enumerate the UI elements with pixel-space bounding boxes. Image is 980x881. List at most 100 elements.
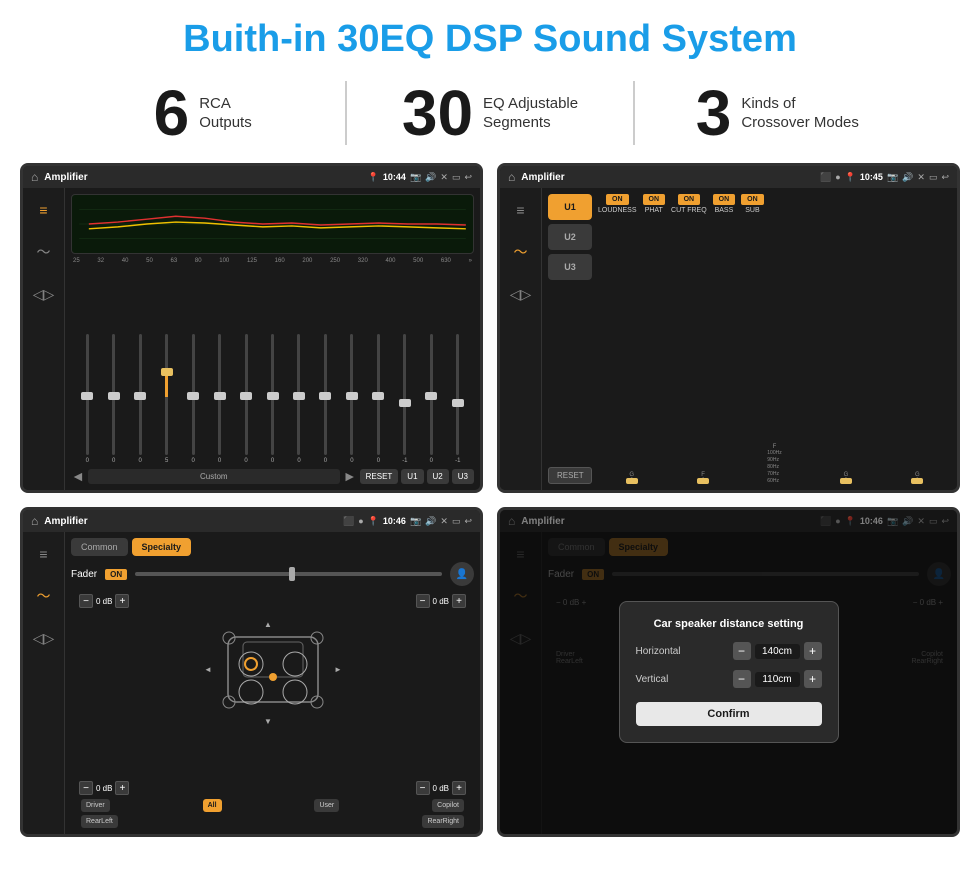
eq-slider-9[interactable]: 0 [287, 334, 311, 464]
fader-on-badge[interactable]: ON [105, 569, 127, 580]
close-icon[interactable]: ✕ [440, 172, 448, 183]
eq-slider-8[interactable]: 0 [260, 334, 284, 464]
fader-vol-icon[interactable]: ◁▷ [30, 624, 58, 652]
freq-more[interactable]: » [469, 258, 472, 264]
crossover-content: ≡ 〜 ◁▷ U1 U2 U3 RESET ON LOUDNESS [500, 188, 957, 490]
tab-specialty[interactable]: Specialty [132, 538, 192, 556]
svg-text:►: ► [334, 665, 342, 674]
sidebar-eq-icon[interactable]: ≡ [30, 196, 58, 224]
copilot-minus[interactable]: − [416, 594, 430, 608]
user-label-btn[interactable]: User [314, 799, 339, 812]
eq-prev-button[interactable]: ◄ [71, 468, 85, 484]
loudness-label: LOUDNESS [598, 207, 637, 214]
driver-label-btn[interactable]: Driver [81, 799, 110, 812]
close-icon-2[interactable]: ✕ [917, 172, 925, 183]
crossover-eq-icon[interactable]: ≡ [507, 196, 535, 224]
driver-minus[interactable]: − [79, 594, 93, 608]
home-icon[interactable]: ⌂ [31, 170, 38, 184]
crossover-wave-icon[interactable]: 〜 [507, 238, 535, 266]
back-icon[interactable]: ↩ [464, 172, 472, 183]
eq-slider-5[interactable]: 0 [181, 334, 205, 464]
eq-slider-1[interactable]: 0 [75, 334, 99, 464]
copilot-label-btn[interactable]: Copilot [432, 799, 464, 812]
crossover-status-icons: ⬛ ● 📍 10:45 📷 🔊 ✕ ▭ ↩ [820, 172, 949, 183]
rearleft-plus[interactable]: + [115, 781, 129, 795]
preset-u3[interactable]: U3 [548, 254, 592, 280]
eq-slider-3[interactable]: 0 [128, 334, 152, 464]
eq-screen: ⌂ Amplifier 📍 10:44 📷 🔊 ✕ ▭ ↩ ≡ 〜 ◁▷ [20, 163, 483, 493]
all-label-btn[interactable]: All [203, 799, 222, 812]
camera-icon-2: 📷 [887, 172, 898, 183]
eq-slider-12[interactable]: 0 [366, 334, 390, 464]
eq-slider-7[interactable]: 0 [234, 334, 258, 464]
car-svg: ▲ ▼ ◄ ► [193, 612, 353, 732]
crossover-reset-button[interactable]: RESET [548, 467, 592, 484]
home-icon-2[interactable]: ⌂ [508, 170, 515, 184]
toggle-sub: ON SUB [741, 194, 764, 214]
eq-frequency-labels: 25 32 40 50 63 80 100 125 160 200 250 32… [71, 258, 474, 264]
vertical-value: 110cm [755, 672, 800, 687]
fader-content: ≡ 〜 ◁▷ Common Specialty Fader ON [23, 532, 480, 834]
eq-slider-14[interactable]: 0 [419, 334, 443, 464]
crossover-volume-icon[interactable]: ◁▷ [507, 280, 535, 308]
copilot-plus[interactable]: + [452, 594, 466, 608]
eq-slider-10[interactable]: 0 [313, 334, 337, 464]
toggle-phat: ON PHAT [643, 194, 666, 214]
window-icon-2[interactable]: ▭ [929, 172, 938, 183]
dialog-vertical-row: Vertical − 110cm + [636, 670, 822, 688]
rearright-label-btn[interactable]: RearRight [422, 815, 464, 828]
horizontal-plus-button[interactable]: + [804, 642, 822, 660]
phat-on-badge[interactable]: ON [643, 194, 666, 205]
camera-icon: 📷 [410, 172, 421, 183]
fader-sidebar: ≡ 〜 ◁▷ [23, 532, 65, 834]
vertical-plus-button[interactable]: + [804, 670, 822, 688]
driver-plus[interactable]: + [115, 594, 129, 608]
eq-slider-4[interactable]: 5 [154, 334, 178, 464]
tab-common[interactable]: Common [71, 538, 128, 556]
vertical-minus-button[interactable]: − [733, 670, 751, 688]
rearright-minus[interactable]: − [416, 781, 430, 795]
rearright-db: 0 dB [433, 784, 449, 793]
preset-u1[interactable]: U1 [548, 194, 592, 220]
profile-icon[interactable]: 👤 [450, 562, 474, 586]
eq-next-button[interactable]: ► [343, 468, 357, 484]
eq-reset-button[interactable]: RESET [360, 469, 399, 484]
close-icon-3[interactable]: ✕ [440, 516, 448, 527]
eq-u2-button[interactable]: U2 [427, 469, 449, 484]
preset-column: U1 U2 U3 RESET [548, 194, 592, 484]
freq-50: 50 [146, 258, 153, 264]
horizontal-minus-button[interactable]: − [733, 642, 751, 660]
sub-on-badge[interactable]: ON [741, 194, 764, 205]
bass-on-badge[interactable]: ON [713, 194, 736, 205]
back-icon-2[interactable]: ↩ [941, 172, 949, 183]
rearleft-label-btn[interactable]: RearLeft [81, 815, 118, 828]
window-icon[interactable]: ▭ [452, 172, 461, 183]
stat-eq: 30 EQ AdjustableSegments [345, 81, 634, 145]
rearright-plus[interactable]: + [452, 781, 466, 795]
freq-32: 32 [97, 258, 104, 264]
fader-eq-icon[interactable]: ≡ [30, 540, 58, 568]
eq-slider-6[interactable]: 0 [207, 334, 231, 464]
freq-250: 250 [330, 258, 340, 264]
rearleft-minus[interactable]: − [79, 781, 93, 795]
eq-u3-button[interactable]: U3 [452, 469, 474, 484]
preset-u2[interactable]: U2 [548, 224, 592, 250]
eq-slider-11[interactable]: 0 [340, 334, 364, 464]
cutfreq-on-badge[interactable]: ON [678, 194, 701, 205]
ch-phat: F 0 [669, 472, 736, 484]
eq-slider-15[interactable]: -1 [446, 334, 470, 464]
fader-h-slider[interactable] [135, 572, 442, 576]
home-icon-3[interactable]: ⌂ [31, 514, 38, 528]
window-icon-3[interactable]: ▭ [452, 516, 461, 527]
eq-u1-button[interactable]: U1 [401, 469, 423, 484]
eq-slider-13[interactable]: -1 [393, 334, 417, 464]
confirm-button[interactable]: Confirm [636, 702, 822, 726]
toggle-bass: ON BASS [713, 194, 736, 214]
back-icon-3[interactable]: ↩ [464, 516, 472, 527]
loudness-on-badge[interactable]: ON [606, 194, 629, 205]
fader-wave-icon[interactable]: 〜 [30, 582, 58, 610]
sidebar-wave-icon[interactable]: 〜 [30, 238, 58, 266]
eq-slider-2[interactable]: 0 [101, 334, 125, 464]
crossover-controls: ON LOUDNESS ON PHAT ON CUT FREQ ON [598, 194, 951, 484]
sidebar-volume-icon[interactable]: ◁▷ [30, 280, 58, 308]
